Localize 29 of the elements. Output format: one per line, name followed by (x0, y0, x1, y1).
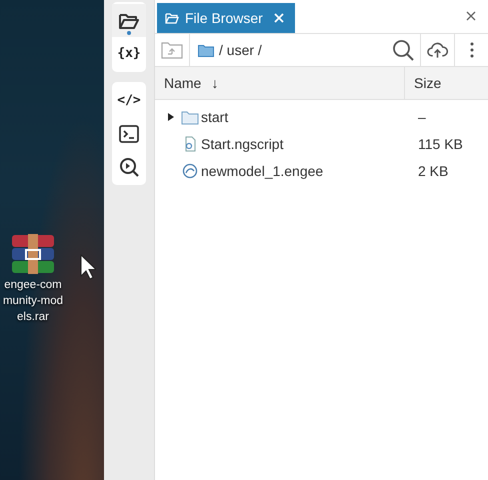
folder-icon[interactable] (198, 44, 214, 56)
model-file-icon (181, 162, 199, 178)
search-icon (392, 39, 414, 61)
file-size: – (418, 108, 427, 124)
expand-arrow-icon[interactable] (168, 112, 174, 120)
file-name[interactable]: newmodel_1.engee (201, 162, 324, 178)
file-size: 2 KB (418, 162, 450, 178)
breadcrumb-path[interactable]: / user / (219, 42, 262, 58)
cursor-icon (80, 254, 96, 280)
active-dot (127, 31, 131, 35)
magnifier-icon (119, 156, 139, 176)
column-header[interactable]: Name ↓ (155, 67, 405, 99)
sidebar-button[interactable]: {x} (112, 37, 146, 70)
terminal-icon (119, 124, 139, 142)
cloud-upload-icon (427, 41, 448, 59)
file-name[interactable]: start (201, 108, 228, 124)
folder-icon (118, 12, 140, 30)
file-size: 115 KB (418, 136, 464, 152)
sidebar-button[interactable]: </> (112, 84, 146, 117)
file-name[interactable]: Start.ngscript (201, 136, 284, 152)
folder-icon (165, 12, 179, 24)
file-name[interactable]: engee-community-models.rar (2, 277, 64, 325)
column-header[interactable]: Size (405, 67, 488, 99)
folder-icon (181, 108, 199, 124)
more-icon (470, 42, 474, 58)
folder-up-icon (161, 41, 183, 59)
folder-button[interactable] (112, 4, 146, 37)
tab[interactable]: File Browser (157, 3, 295, 33)
close-icon[interactable] (466, 11, 476, 21)
